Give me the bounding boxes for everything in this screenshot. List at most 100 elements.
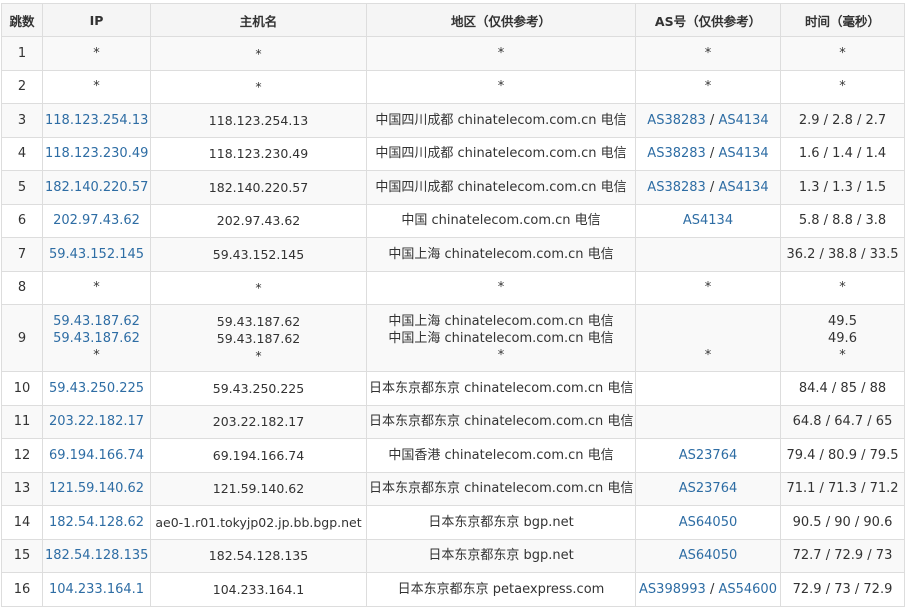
hostname-text: ae0-1.r01.tokyjp02.jp.bb.bgp.net <box>155 514 362 530</box>
location-text: 中国上海 chinatelecom.com.cn 电信 <box>388 330 614 346</box>
hop-number: 10 <box>1 371 43 406</box>
asn-link[interactable]: AS398993 <box>639 582 706 597</box>
hop-number: 6 <box>1 203 43 238</box>
ip-cell: 182.140.220.57 <box>42 170 151 205</box>
ip-link[interactable]: 182.54.128.135 <box>45 548 148 563</box>
ip-link[interactable]: 182.140.220.57 <box>45 180 148 195</box>
asn-link[interactable]: AS23764 <box>679 481 738 496</box>
asn-link[interactable]: AS64050 <box>679 515 738 530</box>
header-asn: AS号（仅供参考） <box>635 3 781 37</box>
table-row: 14 182.54.128.62 ae0-1.r01.tokyjp02.jp.bb.… <box>1 505 905 540</box>
location-text: 日本东京都东京 bgp.net <box>428 548 574 564</box>
asn-text: * <box>704 79 712 95</box>
header-hop: 跳数 <box>1 3 43 37</box>
time-text: 64.8 / 64.7 / 65 <box>792 414 893 430</box>
ip-link[interactable]: 121.59.140.62 <box>49 481 144 496</box>
time-cell: 1.6 / 1.4 / 1.4 <box>780 136 905 171</box>
ip-text: * <box>93 79 100 95</box>
hostname-text: * <box>255 45 262 61</box>
time-cell: * <box>780 270 905 305</box>
asn-separator: / <box>705 112 719 128</box>
location-cell: * <box>366 270 636 305</box>
header-hostname: 主机名 <box>150 3 367 37</box>
hostname-cell: * <box>150 36 367 71</box>
location-text: * <box>497 45 505 61</box>
ip-link[interactable]: 104.233.164.1 <box>49 582 144 597</box>
hostname-text: 59.43.152.145 <box>212 246 305 262</box>
asn-link[interactable]: AS38283 <box>647 180 706 195</box>
hop-number: 13 <box>1 471 43 506</box>
ip-text: * <box>93 280 100 296</box>
time-text: 2.9 / 2.8 / 2.7 <box>798 112 887 128</box>
ip-cell: * <box>42 69 151 104</box>
ip-link[interactable]: 118.123.254.13 <box>45 113 148 128</box>
time-cell: 72.9 / 73 / 72.9 <box>780 572 905 607</box>
hop-number: 8 <box>1 270 43 305</box>
time-text: 1.3 / 1.3 / 1.5 <box>798 179 887 195</box>
asn-link[interactable]: AS4134 <box>718 146 768 161</box>
time-cell: 2.9 / 2.8 / 2.7 <box>780 103 905 138</box>
time-cell: 72.7 / 72.9 / 73 <box>780 538 905 573</box>
location-text: 日本东京都东京 bgp.net <box>428 514 574 530</box>
asn-cell: AS64050 <box>635 538 781 573</box>
time-cell: * <box>780 36 905 71</box>
hostname-text: 182.140.220.57 <box>208 179 309 195</box>
asn-link[interactable]: AS23764 <box>679 448 738 463</box>
hostname-text: 182.54.128.135 <box>208 548 309 564</box>
asn-link[interactable]: AS4134 <box>683 213 733 228</box>
location-cell: 日本东京都东京 petaexpress.com <box>366 572 636 607</box>
asn-link[interactable]: AS38283 <box>647 146 706 161</box>
ip-cell: 69.194.166.74 <box>42 438 151 473</box>
header-time: 时间（毫秒） <box>780 3 905 37</box>
hostname-text: 118.123.254.13 <box>208 112 309 128</box>
time-cell: 49.5 49.6 * <box>780 304 905 372</box>
time-text: 71.1 / 71.3 / 71.2 <box>786 481 899 497</box>
time-text: 79.4 / 80.9 / 79.5 <box>786 447 899 463</box>
hop-number: 3 <box>1 103 43 138</box>
table-row: 10 59.43.250.225 59.43.250.225 日本东京都东京 chin… <box>1 371 905 406</box>
ip-link[interactable]: 59.43.250.225 <box>49 381 144 396</box>
hostname-text: 59.43.187.62 <box>216 330 301 346</box>
location-cell: 日本东京都东京 bgp.net <box>366 538 636 573</box>
asn-separator: / <box>705 179 719 195</box>
ip-link[interactable]: 118.123.230.49 <box>45 146 148 161</box>
ip-cell: 118.123.230.49 <box>42 136 151 171</box>
asn-text: * <box>704 347 712 363</box>
ip-link[interactable]: 182.54.128.62 <box>49 515 144 530</box>
hostname-cell: 118.123.254.13 <box>150 103 367 138</box>
location-cell: 中国四川成都 chinatelecom.com.cn 电信 <box>366 103 636 138</box>
asn-link[interactable]: AS64050 <box>679 548 738 563</box>
ip-link[interactable]: 69.194.166.74 <box>49 448 144 463</box>
asn-cell: AS38283 / AS4134 <box>635 136 781 171</box>
hostname-cell: 59.43.250.225 <box>150 371 367 406</box>
ip-link[interactable]: 202.97.43.62 <box>53 213 140 228</box>
hostname-cell: ae0-1.r01.tokyjp02.jp.bb.bgp.net <box>150 505 367 540</box>
asn-cell: AS398993 / AS54600 <box>635 572 781 607</box>
time-text: 90.5 / 90 / 90.6 <box>792 514 893 530</box>
time-text: 5.8 / 8.8 / 3.8 <box>798 213 887 229</box>
asn-link[interactable]: AS54600 <box>718 582 777 597</box>
ip-link[interactable]: 59.43.187.62 <box>53 314 140 329</box>
location-cell: 中国上海 chinatelecom.com.cn 电信 <box>366 237 636 272</box>
location-cell: * <box>366 36 636 71</box>
hostname-text: 121.59.140.62 <box>212 481 305 497</box>
hostname-cell: 121.59.140.62 <box>150 471 367 506</box>
hostname-text: * <box>255 347 262 363</box>
location-text: 中国上海 chinatelecom.com.cn 电信 <box>388 313 614 329</box>
asn-cell: AS64050 <box>635 505 781 540</box>
asn-cell <box>635 371 781 406</box>
location-cell: 日本东京都东京 chinatelecom.com.cn 电信 <box>366 404 636 439</box>
asn-link[interactable]: AS4134 <box>718 113 768 128</box>
asn-cell: AS38283 / AS4134 <box>635 103 781 138</box>
location-cell: 日本东京都东京 chinatelecom.com.cn 电信 <box>366 471 636 506</box>
location-text: * <box>497 79 505 95</box>
asn-link[interactable]: AS4134 <box>718 180 768 195</box>
hostname-text: 59.43.250.225 <box>212 380 305 396</box>
ip-cell: 182.54.128.135 <box>42 538 151 573</box>
asn-link[interactable]: AS38283 <box>647 113 706 128</box>
ip-link[interactable]: 203.22.182.17 <box>49 414 144 429</box>
ip-link[interactable]: 59.43.152.145 <box>49 247 144 262</box>
ip-link[interactable]: 59.43.187.62 <box>53 331 140 346</box>
location-text: 中国 chinatelecom.com.cn 电信 <box>401 213 601 229</box>
time-cell: 84.4 / 85 / 88 <box>780 371 905 406</box>
